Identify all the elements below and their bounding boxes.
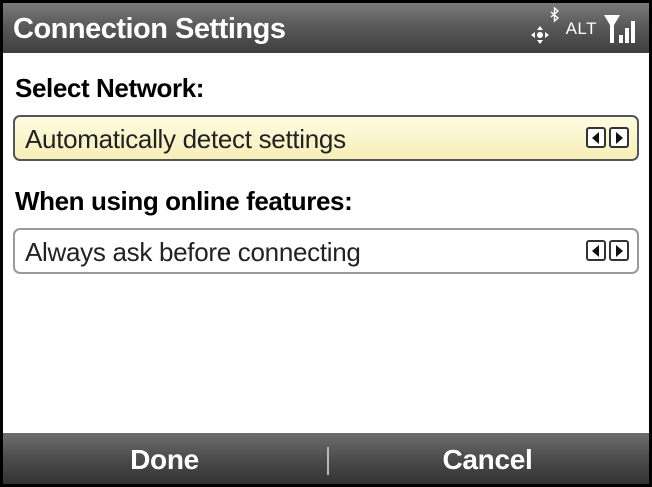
network-next-option-arrow-icon[interactable] xyxy=(609,127,629,148)
softkey-bar: Done Cancel xyxy=(3,433,649,484)
screen-title: Connection Settings xyxy=(13,13,286,45)
online-features-picker-arrows xyxy=(586,240,629,261)
done-softkey[interactable]: Done xyxy=(3,433,326,484)
alt-indicator: ALT xyxy=(565,19,597,38)
navigation-icon xyxy=(530,26,549,44)
online-features-label: When using online features: xyxy=(15,186,353,216)
select-network-label: Select Network: xyxy=(15,73,205,103)
status-icons: ALT xyxy=(530,7,637,45)
online-next-option-arrow-icon[interactable] xyxy=(609,240,629,261)
network-picker[interactable]: Automatically detect settings xyxy=(13,115,639,161)
title-bar: Connection Settings ALT xyxy=(3,3,649,53)
online-features-picker[interactable]: Always ask before connecting xyxy=(13,228,639,274)
connection-settings-screen: Connection Settings ALT Select Network: xyxy=(0,0,652,487)
online-previous-option-arrow-icon[interactable] xyxy=(586,240,606,261)
network-picker-arrows xyxy=(586,127,629,148)
cancel-softkey[interactable]: Cancel xyxy=(326,433,649,484)
network-previous-option-arrow-icon[interactable] xyxy=(586,127,606,148)
online-features-picker-value: Always ask before connecting xyxy=(25,237,361,267)
network-picker-value: Automatically detect settings xyxy=(25,124,346,154)
signal-strength-icon xyxy=(604,15,635,43)
bluetooth-icon xyxy=(550,7,559,23)
